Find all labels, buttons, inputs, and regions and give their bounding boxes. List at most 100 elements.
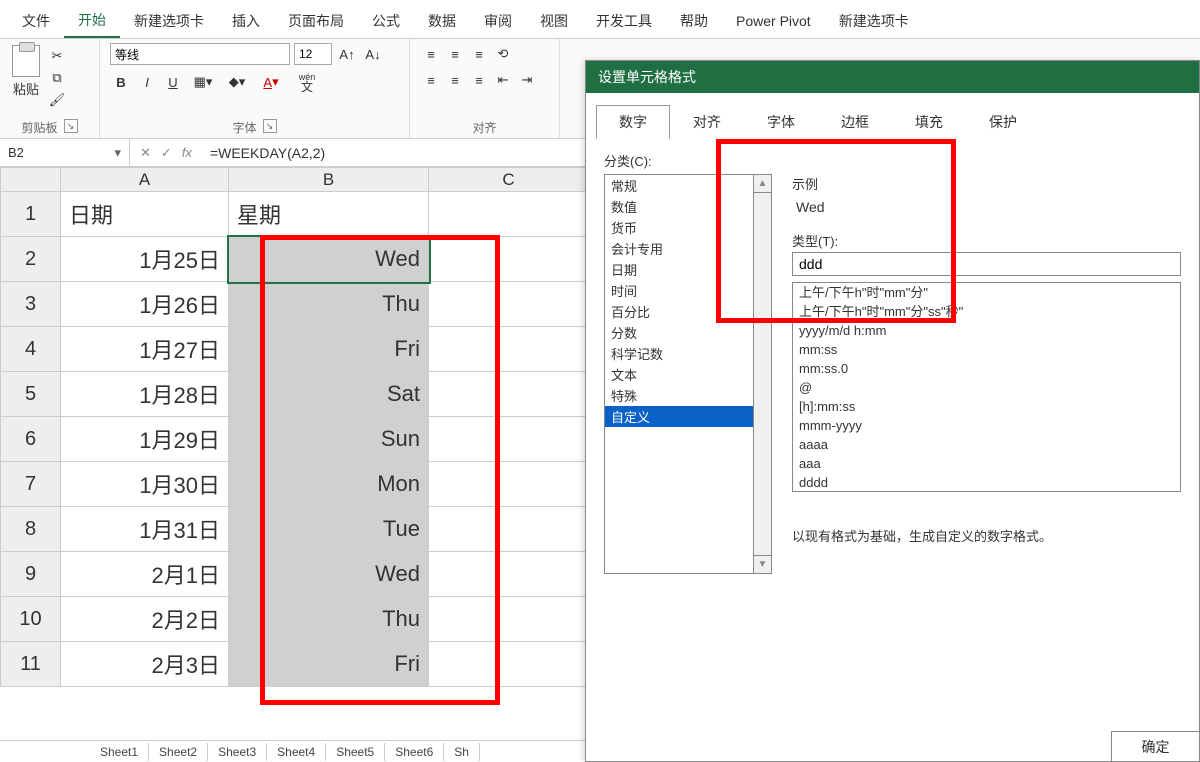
sheet-tab[interactable]: Sh <box>444 743 480 761</box>
scroll-up-icon[interactable]: ▲ <box>754 175 771 193</box>
phonetic-icon[interactable]: wén 文 <box>290 71 324 93</box>
category-item[interactable]: 科学记数 <box>605 343 753 364</box>
cell[interactable]: 星期 <box>229 192 429 237</box>
type-item[interactable]: [h]:mm:ss <box>793 397 1180 416</box>
font-name-select[interactable] <box>110 43 290 65</box>
cell[interactable]: Thu <box>229 597 429 642</box>
category-item[interactable]: 时间 <box>605 280 753 301</box>
cell[interactable]: 2月1日 <box>61 552 229 597</box>
category-item-selected[interactable]: 自定义 <box>605 406 753 427</box>
font-launcher-icon[interactable]: ↘ <box>263 119 277 133</box>
border-icon[interactable]: ▦▾ <box>188 71 218 93</box>
type-list[interactable]: 上午/下午h"时"mm"分" 上午/下午h"时"mm"分"ss"秒" yyyy/… <box>792 282 1181 492</box>
cell[interactable]: 1月29日 <box>61 417 229 462</box>
clipboard-launcher-icon[interactable]: ↘ <box>64 119 78 133</box>
category-item[interactable]: 会计专用 <box>605 238 753 259</box>
type-item[interactable]: mm:ss.0 <box>793 359 1180 378</box>
paste-button[interactable]: 粘贴 <box>10 43 42 100</box>
type-item[interactable]: dddd <box>793 473 1180 492</box>
row-header[interactable]: 8 <box>1 507 61 552</box>
tab-help[interactable]: 帮助 <box>666 5 722 37</box>
category-item[interactable]: 特殊 <box>605 385 753 406</box>
ok-button[interactable]: 确定 <box>1111 731 1199 761</box>
tab-view[interactable]: 视图 <box>526 5 582 37</box>
row-header[interactable]: 1 <box>1 192 61 237</box>
italic-icon[interactable]: I <box>136 71 158 93</box>
category-item[interactable]: 货币 <box>605 217 753 238</box>
cut-icon[interactable]: ✂ <box>48 47 66 65</box>
cell[interactable] <box>429 507 589 552</box>
cell[interactable]: Sat <box>229 372 429 417</box>
select-all-corner[interactable] <box>1 168 61 192</box>
tab-data[interactable]: 数据 <box>414 5 470 37</box>
cancel-formula-icon[interactable]: ✕ <box>140 145 151 161</box>
font-color-icon[interactable]: A▾ <box>256 71 286 93</box>
row-header[interactable]: 2 <box>1 237 61 282</box>
dlg-tab-number[interactable]: 数字 <box>596 105 670 139</box>
dlg-tab-border[interactable]: 边框 <box>818 105 892 139</box>
tab-review[interactable]: 审阅 <box>470 5 526 37</box>
align-left-icon[interactable]: ≡ <box>420 69 442 91</box>
cell[interactable] <box>429 552 589 597</box>
cell[interactable]: Wed <box>229 552 429 597</box>
category-item[interactable]: 文本 <box>605 364 753 385</box>
sheet-tab[interactable]: Sheet6 <box>385 743 444 761</box>
cell[interactable]: 1月31日 <box>61 507 229 552</box>
cell[interactable] <box>429 597 589 642</box>
cell[interactable] <box>429 327 589 372</box>
tab-formulas[interactable]: 公式 <box>358 5 414 37</box>
col-header-a[interactable]: A <box>61 168 229 192</box>
format-painter-icon[interactable]: 🖌 <box>48 91 66 109</box>
tab-layout[interactable]: 页面布局 <box>274 5 358 37</box>
increase-font-icon[interactable]: A↑ <box>336 43 358 65</box>
cell[interactable]: 1月26日 <box>61 282 229 327</box>
dlg-tab-font[interactable]: 字体 <box>744 105 818 139</box>
align-right-icon[interactable]: ≡ <box>468 69 490 91</box>
row-header[interactable]: 10 <box>1 597 61 642</box>
type-item[interactable]: mmm-yyyy <box>793 416 1180 435</box>
accept-formula-icon[interactable]: ✓ <box>161 145 172 161</box>
col-header-c[interactable]: C <box>429 168 589 192</box>
cell[interactable] <box>429 642 589 687</box>
indent-right-icon[interactable]: ⇥ <box>516 69 538 91</box>
cell[interactable]: 日期 <box>61 192 229 237</box>
category-item[interactable]: 常规 <box>605 175 753 196</box>
underline-icon[interactable]: U <box>162 71 184 93</box>
cell[interactable] <box>429 372 589 417</box>
cell[interactable] <box>429 237 589 282</box>
align-top-icon[interactable]: ≡ <box>420 43 442 65</box>
cell[interactable] <box>429 192 589 237</box>
row-header[interactable]: 3 <box>1 282 61 327</box>
type-item[interactable]: 上午/下午h"时"mm"分" <box>793 283 1180 302</box>
row-header[interactable]: 4 <box>1 327 61 372</box>
row-header[interactable]: 6 <box>1 417 61 462</box>
dlg-tab-protect[interactable]: 保护 <box>966 105 1040 139</box>
category-item[interactable]: 百分比 <box>605 301 753 322</box>
cell[interactable]: Fri <box>229 327 429 372</box>
type-item[interactable]: 上午/下午h"时"mm"分"ss"秒" <box>793 302 1180 321</box>
row-header[interactable]: 9 <box>1 552 61 597</box>
cell[interactable]: Mon <box>229 462 429 507</box>
name-box[interactable]: B2 ▾ <box>0 139 130 166</box>
sheet-tab[interactable]: Sheet5 <box>326 743 385 761</box>
orientation-icon[interactable]: ⟲ <box>492 43 514 65</box>
align-middle-icon[interactable]: ≡ <box>444 43 466 65</box>
tab-home[interactable]: 开始 <box>64 4 120 38</box>
sheet-tab[interactable]: Sheet2 <box>149 743 208 761</box>
tab-dev[interactable]: 开发工具 <box>582 5 666 37</box>
decrease-font-icon[interactable]: A↓ <box>362 43 384 65</box>
cell[interactable]: 1月25日 <box>61 237 229 282</box>
type-item[interactable]: mm:ss <box>793 340 1180 359</box>
cell[interactable]: Fri <box>229 642 429 687</box>
sheet-tab[interactable]: Sheet3 <box>208 743 267 761</box>
tab-powerpivot[interactable]: Power Pivot <box>722 7 825 35</box>
cell-active[interactable]: Wed <box>229 237 429 282</box>
cell[interactable] <box>429 462 589 507</box>
cell[interactable]: 2月3日 <box>61 642 229 687</box>
cell[interactable] <box>429 417 589 462</box>
cell[interactable]: 1月27日 <box>61 327 229 372</box>
type-item[interactable]: aaa <box>793 454 1180 473</box>
align-bottom-icon[interactable]: ≡ <box>468 43 490 65</box>
dlg-tab-fill[interactable]: 填充 <box>892 105 966 139</box>
sheet-tab[interactable]: Sheet4 <box>267 743 326 761</box>
